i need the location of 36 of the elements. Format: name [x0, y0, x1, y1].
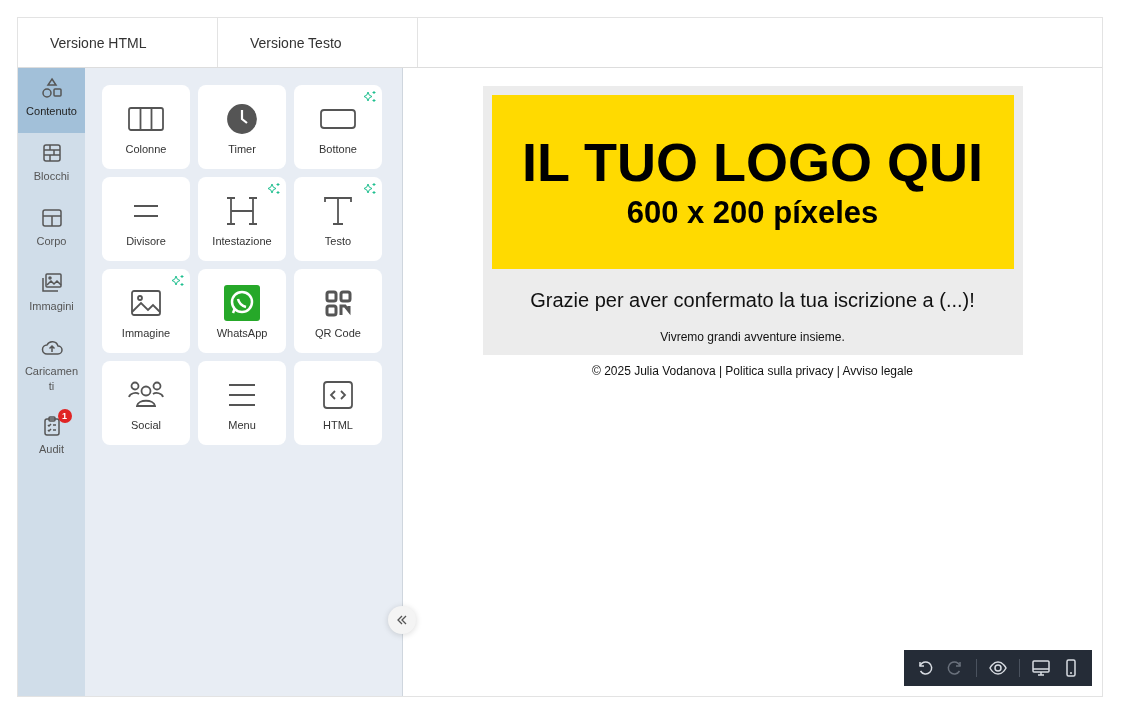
sidebar-item[interactable]: Blocchi: [18, 133, 85, 198]
content-block[interactable]: Immagine: [102, 269, 190, 353]
content-block[interactable]: Testo: [294, 177, 382, 261]
sidebar-item[interactable]: Immagini: [18, 263, 85, 328]
email-tagline: Vivremo grandi avventure insieme.: [660, 330, 845, 344]
content-block[interactable]: Timer: [198, 85, 286, 169]
logo-title: IL TUO LOGO QUI: [522, 131, 983, 193]
eye-icon: [988, 658, 1008, 678]
sparkle-icon: [267, 182, 281, 196]
collapse-button[interactable]: [388, 606, 416, 634]
content-block[interactable]: Colonne: [102, 85, 190, 169]
sparkle-icon: [363, 182, 377, 196]
sparkle-icon: [363, 90, 377, 104]
logo-subtitle: 600 x 200 píxeles: [626, 194, 879, 232]
desktop-icon: [1031, 658, 1051, 678]
email-heading: Grazie per aver confermato la tua iscrizione a (...)!: [530, 289, 975, 312]
double-chevron-left-icon: [395, 613, 409, 627]
content-block[interactable]: QR Code: [294, 269, 382, 353]
content-block[interactable]: Intestazione: [198, 177, 286, 261]
content-block[interactable]: Social: [102, 361, 190, 445]
sidebar-item[interactable]: Corpo: [18, 198, 85, 263]
layout-icon: [39, 206, 64, 230]
shapes-icon: [39, 76, 64, 100]
content-block[interactable]: Divisore: [102, 177, 190, 261]
content-block[interactable]: HTML: [294, 361, 382, 445]
whatsapp-icon: [222, 283, 262, 323]
sidebar-item[interactable]: Contenuto: [18, 68, 85, 133]
email-footer: © 2025 Julia Vodanova | Politica sulla privacy | Avviso legale: [591, 364, 913, 378]
sidebar-item[interactable]: 1 Audit: [18, 406, 85, 471]
sidebar-item[interactable]: Caricamenti: [18, 328, 85, 406]
notification-badge: 1: [57, 409, 72, 423]
content-block[interactable]: Menu: [198, 361, 286, 445]
images-icon: [39, 271, 64, 295]
content-block[interactable]: WhatsApp: [198, 269, 286, 353]
content-block[interactable]: Bottone: [294, 85, 382, 169]
sparkle-icon: [171, 274, 185, 288]
